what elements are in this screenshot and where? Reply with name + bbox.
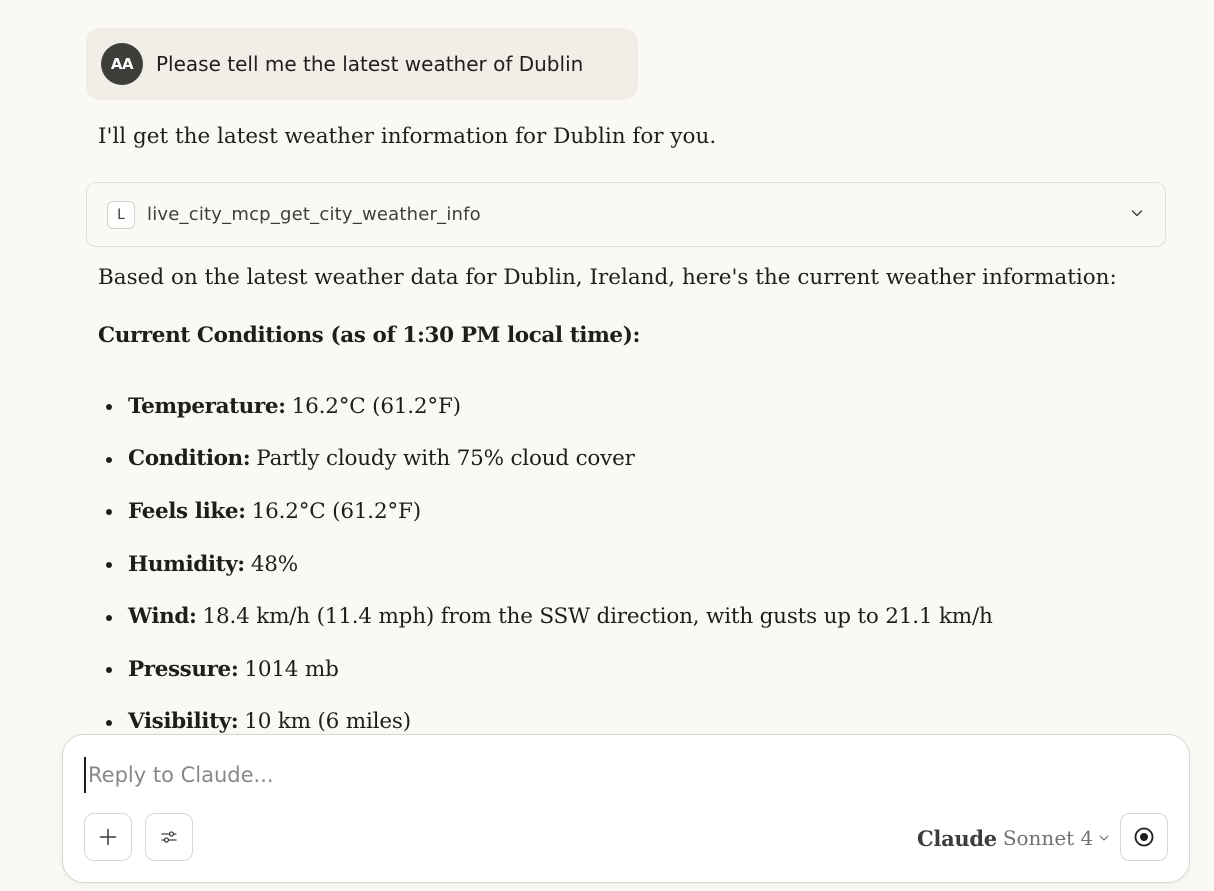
- item-value: 16.2°C (61.2°F): [251, 498, 421, 524]
- weather-list: Temperature: 16.2°C (61.2°F) Condition: Pa…: [106, 380, 993, 748]
- add-button[interactable]: [84, 813, 132, 861]
- item-value: Partly cloudy with 75% cloud cover: [256, 446, 635, 472]
- chevron-down-icon: [1099, 835, 1109, 841]
- item-label: Humidity:: [128, 551, 245, 577]
- item-label: Pressure:: [128, 656, 239, 682]
- composer: Claude Sonnet 4: [62, 734, 1190, 883]
- bullet-icon: [106, 562, 112, 569]
- voice-mode-icon: [1134, 827, 1154, 847]
- list-item: Pressure: 1014 mb: [106, 643, 993, 696]
- item-label: Wind:: [128, 604, 197, 630]
- assistant-intro: I'll get the latest weather information …: [98, 124, 717, 149]
- item-value: 1014 mb: [244, 656, 339, 682]
- list-item: Wind: 18.4 km/h (11.4 mph) from the SSW d…: [106, 590, 993, 643]
- reply-input[interactable]: [84, 757, 1164, 793]
- bullet-icon: [106, 667, 112, 674]
- item-value: 48%: [250, 551, 299, 577]
- voice-mode-button[interactable]: [1120, 813, 1168, 861]
- bullet-icon: [106, 719, 112, 726]
- item-value: 10 km (6 miles): [244, 709, 411, 735]
- item-label: Condition:: [128, 446, 251, 472]
- user-message: AA Please tell me the latest weather of …: [86, 28, 638, 100]
- plus-icon: [99, 828, 117, 846]
- tool-name: live_city_mcp_get_city_weather_info: [147, 204, 481, 225]
- list-item: Humidity: 48%: [106, 538, 993, 591]
- model-brand: Claude: [917, 825, 997, 851]
- bullet-icon: [106, 509, 112, 516]
- item-label: Visibility:: [128, 709, 239, 735]
- bullet-icon: [106, 614, 112, 621]
- bullet-icon: [106, 456, 112, 463]
- list-item: Feels like: 16.2°C (61.2°F): [106, 485, 993, 538]
- tools-button[interactable]: [145, 813, 193, 861]
- model-selector[interactable]: Claude Sonnet 4: [917, 824, 1110, 852]
- sliders-icon: [161, 831, 177, 843]
- tool-badge: L: [107, 200, 135, 229]
- avatar: AA: [101, 43, 143, 85]
- list-item: Temperature: 16.2°C (61.2°F): [106, 380, 993, 433]
- bullet-icon: [106, 404, 112, 411]
- model-name: Sonnet 4: [1002, 826, 1094, 850]
- chat-page: AA Please tell me the latest weather of …: [0, 0, 1214, 891]
- assistant-summary: Based on the latest weather data for Dub…: [98, 265, 1117, 290]
- conditions-heading: Current Conditions (as of 1:30 PM local …: [98, 323, 641, 348]
- item-value: 18.4 km/h (11.4 mph) from the SSW direct…: [202, 604, 993, 630]
- list-item: Condition: Partly cloudy with 75% cloud c…: [106, 433, 993, 486]
- chevron-down-icon[interactable]: [1129, 205, 1145, 221]
- tool-call-toggle[interactable]: L live_city_mcp_get_city_weather_info: [86, 182, 1166, 247]
- item-label: Feels like:: [128, 498, 246, 524]
- item-label: Temperature:: [128, 393, 286, 419]
- user-message-text: Please tell me the latest weather of Dub…: [156, 52, 584, 76]
- item-value: 16.2°C (61.2°F): [291, 393, 461, 419]
